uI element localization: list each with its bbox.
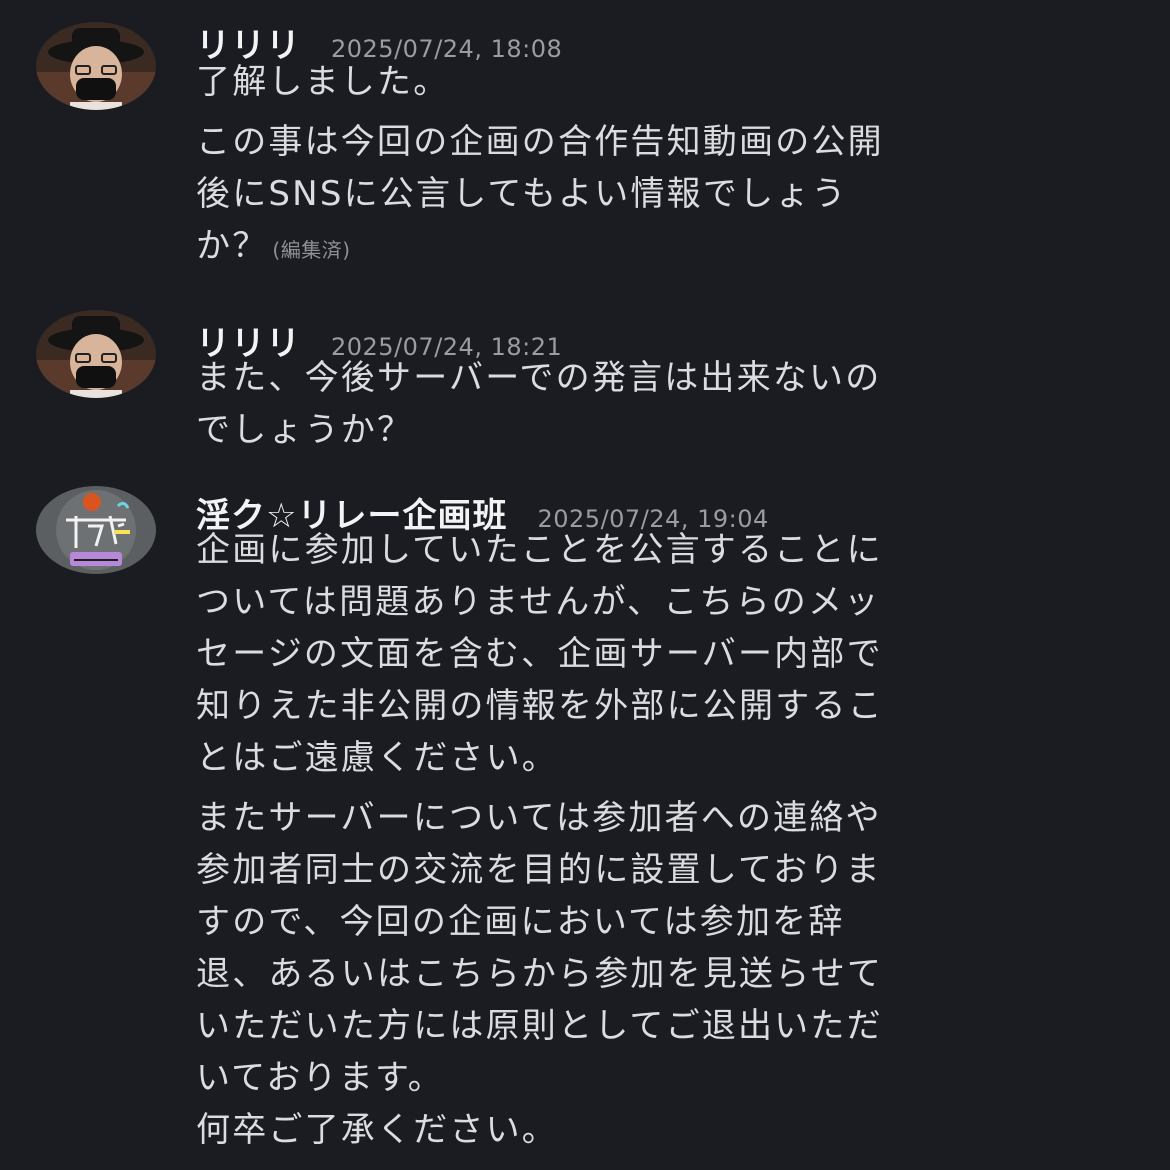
message-line: か？ (編集済) (196, 220, 1126, 276)
message-line: とはご遠慮ください。 (196, 738, 558, 778)
user-avatar-icon[interactable] (36, 310, 156, 398)
message-line: 企画に参加していたことを公言することに (196, 530, 883, 570)
message-line: すので、今回の企画においては参加を辞 (196, 902, 845, 942)
message-content: また、今後サーバーでの発言は出来ないの でしょうか？ (196, 352, 1126, 456)
edited-label: (編集済) (272, 238, 351, 262)
message-content: 企画に参加していたことを公言することに ついては問題ありませんが、こちらのメッ … (196, 524, 1126, 1156)
message-line: 知りえた非公開の情報を外部に公開するこ (196, 686, 884, 726)
message-line: この事は今回の企画の合作告知動画の公開 (196, 122, 884, 162)
message-line: 後にSNSに公言してもよい情報でしょう (196, 174, 848, 214)
message-line: 何卒ご了承ください。 (196, 1110, 558, 1150)
group-avatar-icon[interactable] (36, 486, 156, 574)
message-line: またサーバーについては参加者への連絡や (196, 798, 882, 838)
message-line: でしょうか？ (196, 410, 414, 450)
message-line: いております。 (196, 1058, 444, 1098)
message-line: セージの文面を含む、企画サーバー内部で (196, 634, 883, 674)
user-avatar-icon[interactable] (36, 22, 156, 110)
message-line: 退、あるいはこちらから参加を見送らせて (196, 954, 884, 994)
message-line: 了解しました。 (196, 62, 450, 102)
message-line: また、今後サーバーでの発言は出来ないの (196, 358, 882, 398)
message-line: ついては問題ありませんが、こちらのメッ (196, 582, 881, 622)
message-text: か？ (196, 226, 269, 266)
message-content: 了解しました。 この事は今回の企画の合作告知動画の公開 後にSNSに公言してもよ… (196, 56, 1126, 276)
message-line: 参加者同士の交流を目的に設置しておりま (196, 850, 882, 890)
message-line: いただいた方には原則としてご退出いただ (196, 1006, 883, 1046)
